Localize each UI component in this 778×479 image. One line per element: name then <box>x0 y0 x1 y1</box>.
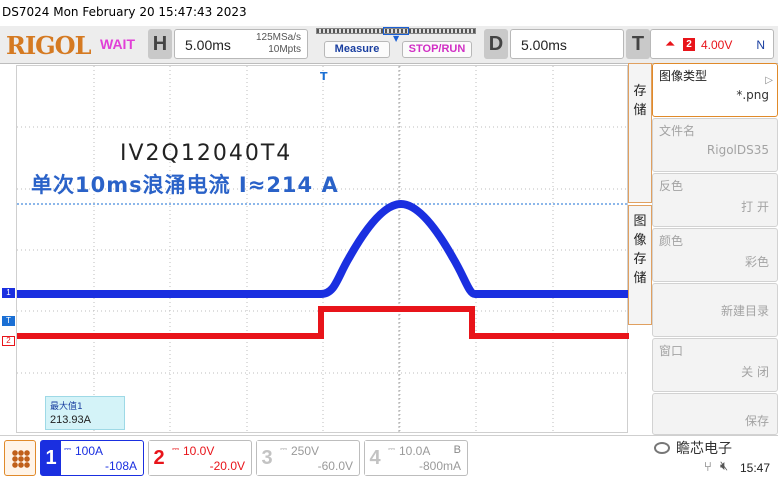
top-status-bar: RIGOL WAIT H 5.00ms 125MSa/s 10Mpts ▼ Me… <box>0 26 778 64</box>
channel-1-box[interactable]: 1 ⎓ 100A -108A <box>40 440 144 476</box>
dc-coupling-icon: ⎓ <box>280 445 288 455</box>
trigger-mode: N <box>756 38 765 52</box>
dc-coupling-icon: ⎓ <box>64 445 72 455</box>
menu-new-folder[interactable]: 新建目录 <box>652 283 778 337</box>
acquisition-status: WAIT <box>100 36 135 52</box>
bandwidth-limit-badge: B <box>453 444 461 456</box>
channel-2-box[interactable]: 2 ⎓ 10.0V -20.0V <box>148 440 252 476</box>
measurement-label: 最大值1 <box>50 402 83 412</box>
ch1-trace <box>17 199 629 298</box>
channel-bar: 1 ⎓ 100A -108A 2 ⎓ 10.0V -20.0V 3 ⎓ 250V… <box>0 435 778 479</box>
tab-image-storage[interactable]: 图 像 存 储 <box>628 205 652 325</box>
channel-4-box[interactable]: 4 ⎓ 10.0A B -800mA <box>364 440 468 476</box>
ch2-offset-marker[interactable]: 2 <box>2 336 15 346</box>
menu-file-name[interactable]: 文件名 RigolDS35 <box>652 118 778 172</box>
delay-box[interactable]: 5.00ms <box>510 29 624 59</box>
side-menu: 存 储 图 像 存 储 图像类型 *.png ▷ 文件名 RigolDS35 反… <box>628 63 778 435</box>
horizontal-scale: 5.00ms <box>185 37 231 53</box>
annotation-text: 单次10ms浪涌电流 I≈214 A <box>31 173 339 197</box>
sound-icon: 🔇︎ <box>720 459 729 474</box>
brand-logo: RIGOL <box>6 31 91 60</box>
trigger-key[interactable]: T <box>626 29 650 59</box>
title-bar: DS7024 Mon February 20 15:47:43 2023 <box>0 0 778 26</box>
horizontal-key[interactable]: H <box>148 29 172 59</box>
grid-icon <box>12 450 30 468</box>
memory-caret-icon: ▼ <box>393 34 400 43</box>
app-grid-button[interactable] <box>4 440 36 476</box>
rising-edge-icon: ⏶ <box>665 36 676 51</box>
delay-key[interactable]: D <box>484 29 508 59</box>
delay-value: 5.00ms <box>521 37 567 53</box>
sample-rate: 125MSa/s <box>255 32 301 43</box>
arrow-icon: ▷ <box>765 75 773 86</box>
watermark-text: 瞻芯电子 <box>676 441 732 457</box>
usb-icon: ⑂ <box>704 460 712 475</box>
horizontal-scale-box[interactable]: 5.00ms 125MSa/s 10Mpts <box>174 29 308 59</box>
tab-storage[interactable]: 存 储 <box>628 63 652 203</box>
clock-time: 15:47 <box>740 461 771 475</box>
trigger-position-marker: T <box>320 70 328 83</box>
ch1-offset-marker[interactable]: 1 <box>2 288 15 298</box>
waveform-screen[interactable]: T IV2Q12040T4 单次10ms浪涌电流 I≈214 A 最大值1 21… <box>16 65 629 434</box>
measure-button[interactable]: Measure <box>324 41 390 58</box>
dc-coupling-icon: ⎓ <box>388 445 396 455</box>
ch2-trace <box>17 306 629 339</box>
menu-image-type[interactable]: 图像类型 *.png ▷ <box>652 63 778 117</box>
channel-3-box[interactable]: 3 ⎓ 250V -60.0V <box>256 440 360 476</box>
trigger-source-badge: 2 <box>683 38 695 51</box>
menu-save[interactable]: 保存 <box>652 393 778 435</box>
wechat-logo-icon <box>654 442 670 454</box>
trigger-box[interactable]: ⏶ 2 4.00V N <box>650 29 774 59</box>
menu-color[interactable]: 颜色 彩色 <box>652 228 778 282</box>
measurement-value: 213.93A <box>50 414 91 426</box>
menu-invert[interactable]: 反色 打 开 <box>652 173 778 227</box>
stop-run-button[interactable]: STOP/RUN <box>402 41 472 58</box>
graticule-grid <box>17 66 629 434</box>
memory-depth: 10Mpts <box>268 44 301 55</box>
dc-coupling-icon: ⎓ <box>172 445 180 455</box>
measurement-box: 最大值1 213.93A <box>45 396 125 430</box>
waveform-graticule: T <box>17 66 629 434</box>
device-title: DS7024 Mon February 20 15:47:43 2023 <box>2 5 247 19</box>
menu-window[interactable]: 窗口 关 闭 <box>652 338 778 392</box>
trigger-level: 4.00V <box>701 38 733 52</box>
trigger-level-marker[interactable]: T <box>2 316 15 326</box>
annotation-title: IV2Q12040T4 <box>120 141 293 166</box>
